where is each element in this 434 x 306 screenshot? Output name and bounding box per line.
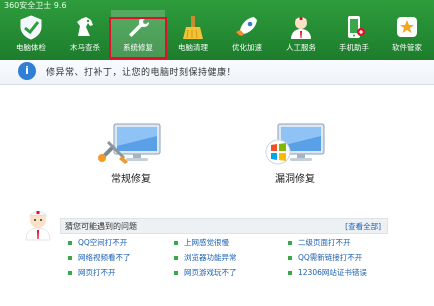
question-link[interactable]: QQ空间打不开	[68, 237, 127, 248]
question-link[interactable]: 浏览器功能异常	[174, 252, 237, 263]
question-link[interactable]: 12306网站证书错误	[288, 267, 367, 278]
question-link[interactable]: 二级页面打不开	[288, 237, 351, 248]
nav-label: 电脑清理	[178, 43, 208, 52]
banner-text: 修异常、打补丁，让您的电脑时刻保持健康！	[46, 68, 237, 78]
nav-item-service[interactable]: 人工服务	[274, 10, 328, 59]
horse-icon	[77, 17, 93, 36]
nav-label: 优化加速	[232, 43, 262, 52]
nav-item-phone[interactable]: 手机助手	[327, 10, 381, 59]
info-icon: i	[18, 62, 36, 80]
monitor-tools-icon	[98, 123, 161, 164]
vuln-repair-button[interactable]: 漏洞修复	[250, 122, 340, 192]
nav-item-software[interactable]: 软件管家	[380, 10, 434, 59]
nav-item-checkup[interactable]: 电脑体检	[4, 10, 58, 59]
vuln-repair-label: 漏洞修复	[275, 174, 315, 185]
app-window: 360安全卫士 9.6 电脑体检 木马查杀 系统修复 电脑清理 优化加速 人工服…	[0, 0, 434, 306]
bullet-icon	[68, 271, 72, 275]
monitor-windows-icon	[265, 123, 325, 165]
nav-item-trojan[interactable]: 木马查杀	[58, 10, 112, 59]
question-link[interactable]: 上网感觉很慢	[174, 237, 229, 248]
normal-repair-label: 常规修复	[111, 174, 151, 185]
question-link[interactable]: 网络视频看不了	[68, 252, 131, 263]
questions-title: 猜您可能遇到的问题	[65, 222, 137, 231]
nav-label: 电脑体检	[16, 43, 46, 52]
bullet-icon	[174, 256, 178, 260]
questions-header: 猜您可能遇到的问题 [查看全部]	[60, 218, 388, 234]
nav-label: 木马查杀	[70, 43, 100, 52]
bullet-icon	[174, 271, 178, 275]
info-banner: i 修异常、打补丁，让您的电脑时刻保持健康！	[0, 60, 434, 85]
nav-label: 手机助手	[339, 43, 369, 52]
bullet-icon	[174, 241, 178, 245]
doctor-icon	[291, 17, 311, 39]
bullet-icon	[288, 271, 292, 275]
nav-item-system-repair[interactable]: 系统修复	[111, 10, 165, 59]
bullet-icon	[288, 241, 292, 245]
rocket-icon	[236, 17, 257, 36]
questions-list: QQ空间打不开 上网感觉很慢 二级页面打不开 网络视频看不了 浏览器功能异常 Q…	[60, 233, 388, 283]
question-link[interactable]: 网页打不开	[68, 267, 116, 278]
bullet-icon	[68, 241, 72, 245]
doctor-avatar-icon	[25, 211, 51, 241]
main-nav: 电脑体检 木马查杀 系统修复 电脑清理 优化加速 人工服务 手机助手 软件管家	[0, 10, 434, 60]
nav-item-speedup[interactable]: 优化加速	[220, 10, 274, 59]
shield-icon	[20, 15, 42, 40]
bullet-icon	[288, 256, 292, 260]
nav-item-cleanup[interactable]: 电脑清理	[166, 10, 220, 59]
view-all-link[interactable]: [查看全部]	[345, 221, 381, 232]
bullet-icon	[68, 256, 72, 260]
normal-repair-button[interactable]: 常规修复	[86, 122, 176, 192]
header: 360安全卫士 9.6 电脑体检 木马查杀 系统修复 电脑清理 优化加速 人工服…	[0, 0, 434, 60]
software-box-icon	[397, 17, 417, 37]
nav-label: 系统修复	[123, 43, 153, 52]
question-link[interactable]: 网页游戏玩不了	[174, 267, 237, 278]
question-link[interactable]: QQ需新链接打不开	[288, 252, 362, 263]
nav-label: 人工服务	[286, 43, 316, 52]
broom-icon	[183, 16, 203, 39]
nav-label: 软件管家	[392, 43, 422, 52]
phone-icon	[348, 16, 365, 38]
wrench-icon	[129, 17, 149, 37]
